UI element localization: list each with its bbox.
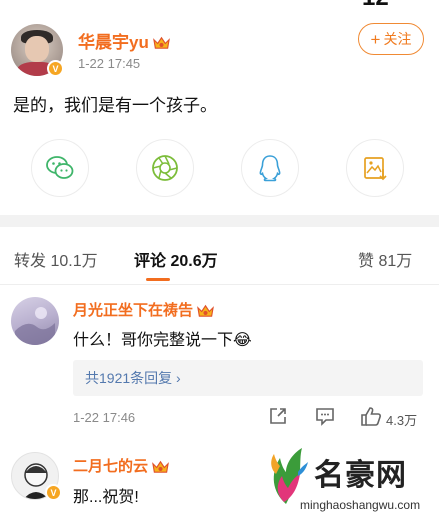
tab-comments[interactable]: 评论 20.6万 (134, 247, 218, 271)
plus-icon: + (370, 29, 381, 49)
like-icon[interactable] (360, 406, 382, 426)
follow-label: 关注 (383, 31, 412, 47)
watermark-url: minghaoshangwu.com (300, 498, 421, 512)
tab-bar: 转发 10.1万 评论 20.6万 赞 81万 (0, 227, 439, 285)
share-wechat-button[interactable] (31, 139, 89, 197)
comment-text: 什么！哥你完整说一下😂 (73, 326, 252, 350)
post-timestamp: 1-22 17:45 (78, 56, 141, 71)
follow-button[interactable]: + 关注 (358, 23, 424, 55)
moments-icon (152, 155, 178, 181)
author-name-text: 华晨宇yu (78, 33, 149, 52)
crown-icon (152, 460, 169, 473)
site-watermark: 名豪网 minghaoshangwu.com (258, 440, 428, 518)
section-divider (0, 215, 439, 227)
share-icon[interactable] (268, 406, 288, 426)
laughing-emoji-icon: 😂 (233, 332, 252, 349)
comment-icon[interactable] (315, 406, 335, 426)
save-image-button[interactable] (346, 139, 404, 197)
comment-author-name-text: 月光正坐下在祷告 (73, 302, 194, 319)
verified-badge-icon: V (47, 60, 64, 77)
cropped-header-text: 12 (362, 0, 389, 12)
share-qq-button[interactable] (241, 139, 299, 197)
comment-author-name[interactable]: 二月七的云 (73, 455, 170, 476)
wechat-icon (46, 156, 74, 179)
comment-timestamp: 1-22 17:46 (73, 410, 136, 425)
watermark-logo-icon (271, 448, 308, 504)
save-image-icon (364, 157, 387, 181)
view-replies-link[interactable]: 共1921条回复 › (73, 360, 423, 396)
verified-badge-icon: V (45, 484, 62, 501)
tab-likes[interactable]: 赞 81万 (358, 247, 412, 271)
comment-author-name[interactable]: 月光正坐下在祷告 (73, 299, 215, 320)
post-body-text: 是的，我们是有一个孩子。 (13, 96, 217, 115)
crown-icon (152, 36, 170, 49)
comment-text: 那...祝贺! (73, 489, 139, 506)
share-moments-button[interactable] (136, 139, 194, 197)
watermark-title: 名豪网 (314, 459, 407, 492)
qq-icon (259, 155, 281, 182)
share-row (0, 139, 439, 197)
comment-author-name-text: 二月七的云 (73, 458, 149, 475)
author-name[interactable]: 华晨宇yu (78, 28, 171, 53)
crown-icon (197, 304, 214, 317)
tab-repost[interactable]: 转发 10.1万 (14, 247, 98, 271)
comment-avatar[interactable] (11, 297, 59, 345)
active-tab-indicator (146, 278, 170, 281)
comment-text-content: 什么！哥你完整说一下 (73, 332, 234, 349)
like-count: 4.3万 (386, 413, 418, 428)
author-avatar[interactable]: V (11, 24, 69, 82)
avatar-image (15, 307, 55, 345)
